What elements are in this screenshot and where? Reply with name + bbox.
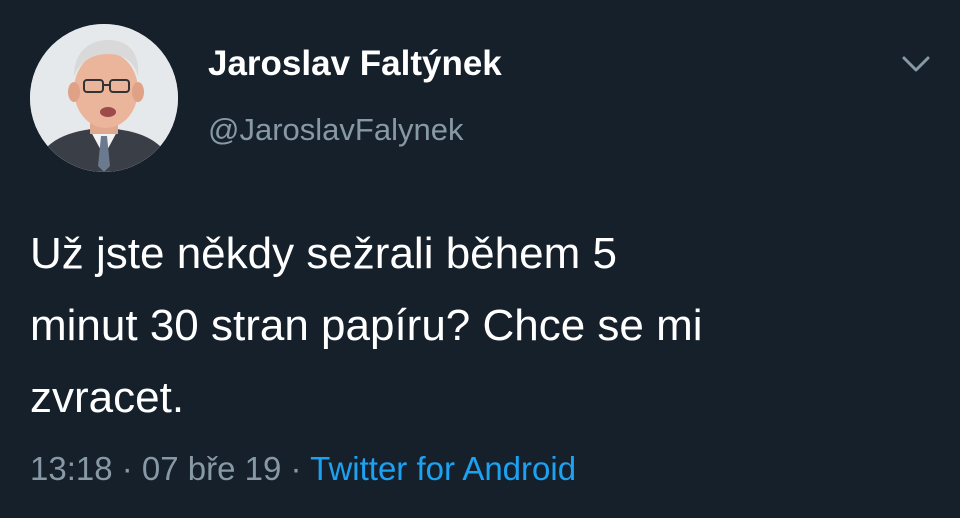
tweet-text: Už jste někdy sežrali během 5 minut 30 s… bbox=[30, 218, 930, 434]
tweet-time: 13:18 bbox=[30, 450, 113, 487]
chevron-down-icon bbox=[902, 56, 930, 72]
tweet-menu-button[interactable] bbox=[896, 48, 936, 80]
tweet-source-link[interactable]: Twitter for Android bbox=[310, 450, 576, 487]
tweet-card: Jaroslav Faltýnek @JaroslavFalynek Už js… bbox=[0, 0, 960, 518]
author-name[interactable]: Jaroslav Faltýnek bbox=[208, 44, 502, 84]
author-handle[interactable]: @JaroslavFalynek bbox=[208, 112, 463, 148]
meta-separator: · bbox=[112, 450, 142, 487]
profile-photo-icon bbox=[30, 24, 178, 172]
tweet-date[interactable]: 07 bře 19 bbox=[142, 450, 281, 487]
meta-separator: · bbox=[281, 450, 311, 487]
tweet-text-line: zvracet. bbox=[30, 373, 185, 422]
author-avatar[interactable] bbox=[30, 24, 178, 172]
tweet-text-line: Už jste někdy sežrali během 5 bbox=[30, 229, 617, 278]
tweet-text-line: minut 30 stran papíru? Chce se mi bbox=[30, 301, 703, 350]
tweet-metadata: 13:18 · 07 bře 19 · Twitter for Android bbox=[30, 450, 576, 488]
